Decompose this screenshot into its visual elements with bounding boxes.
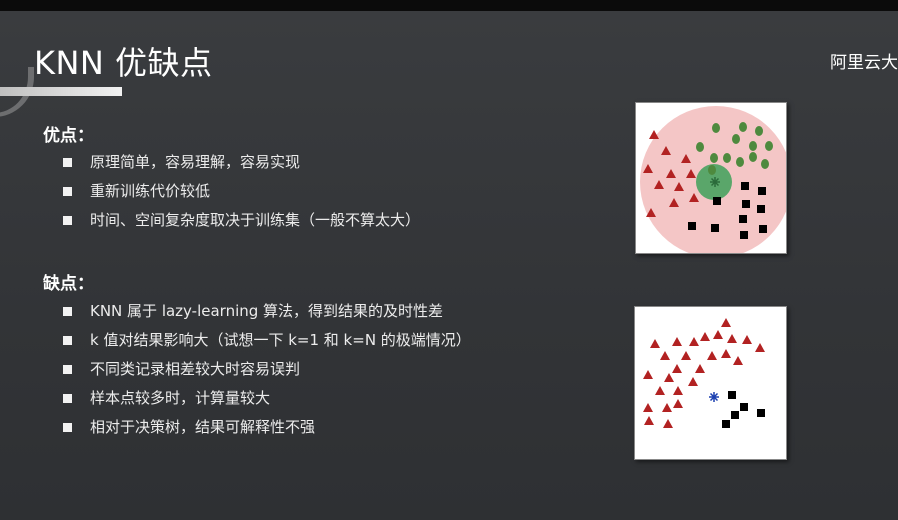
- square-bullet-icon: [63, 158, 72, 167]
- list-item: k 值对结果影响大（试想一下 k=1 和 k=N 的极端情况）: [63, 326, 471, 355]
- list-item: KNN 属于 lazy-learning 算法，得到结果的及时性差: [63, 297, 471, 326]
- list-item-text: 时间、空间复杂度取决于训练集（一般不算太大）: [90, 211, 421, 229]
- list-item: 不同类记录相差较大时容易误判: [63, 355, 471, 384]
- list-item: 重新训练代价较低: [63, 177, 420, 206]
- list-item: 样本点较多时，计算量较大: [63, 384, 471, 413]
- square-points: [722, 391, 765, 428]
- square-bullet-icon: [63, 187, 72, 196]
- list-item-text: 重新训练代价较低: [90, 182, 211, 200]
- list-item-text: k 值对结果影响大（试想一下 k=1 和 k=N 的极端情况）: [90, 331, 471, 349]
- brand-text: 阿里云大: [830, 53, 898, 73]
- list-item-text: 相对于决策树，结果可解释性不强: [90, 418, 316, 436]
- square-bullet-icon: [63, 336, 72, 345]
- star-icon: [709, 392, 719, 402]
- list-item: 时间、空间复杂度取决于训练集（一般不算太大）: [63, 206, 420, 235]
- list-item: 原理简单，容易理解，容易实现: [63, 148, 420, 177]
- star-icon: [710, 177, 720, 187]
- knn-neighborhood-illustration: [640, 106, 786, 253]
- knn-imbalance-illustration: [643, 318, 765, 428]
- title-accent-bar: [0, 87, 122, 96]
- knn-imbalance-figure: [634, 306, 787, 460]
- square-bullet-icon: [63, 365, 72, 374]
- top-black-bar: [0, 0, 898, 11]
- list-item: 相对于决策树，结果可解释性不强: [63, 413, 471, 442]
- square-bullet-icon: [63, 307, 72, 316]
- square-bullet-icon: [63, 394, 72, 403]
- knn-neighborhood-figure: [635, 102, 787, 254]
- disadvantages-list: KNN 属于 lazy-learning 算法，得到结果的及时性差 k 值对结果…: [63, 297, 471, 442]
- list-item-text: 原理简单，容易理解，容易实现: [90, 153, 301, 171]
- advantages-heading: 优点：: [43, 126, 94, 146]
- list-item-text: 不同类记录相差较大时容易误判: [90, 360, 301, 378]
- disadvantages-heading: 缺点：: [43, 274, 94, 294]
- slide-title: KNN 优缺点: [34, 44, 213, 82]
- list-item-text: KNN 属于 lazy-learning 算法，得到结果的及时性差: [90, 302, 444, 320]
- slide: KNN 优缺点 阿里云大 优点： 原理简单，容易理解，容易实现 重新训练代价较低…: [0, 11, 898, 520]
- triangle-points: [643, 318, 765, 428]
- list-item-text: 样本点较多时，计算量较大: [90, 389, 271, 407]
- square-bullet-icon: [63, 216, 72, 225]
- advantages-list: 原理简单，容易理解，容易实现 重新训练代价较低 时间、空间复杂度取决于训练集（一…: [63, 148, 420, 235]
- square-bullet-icon: [63, 423, 72, 432]
